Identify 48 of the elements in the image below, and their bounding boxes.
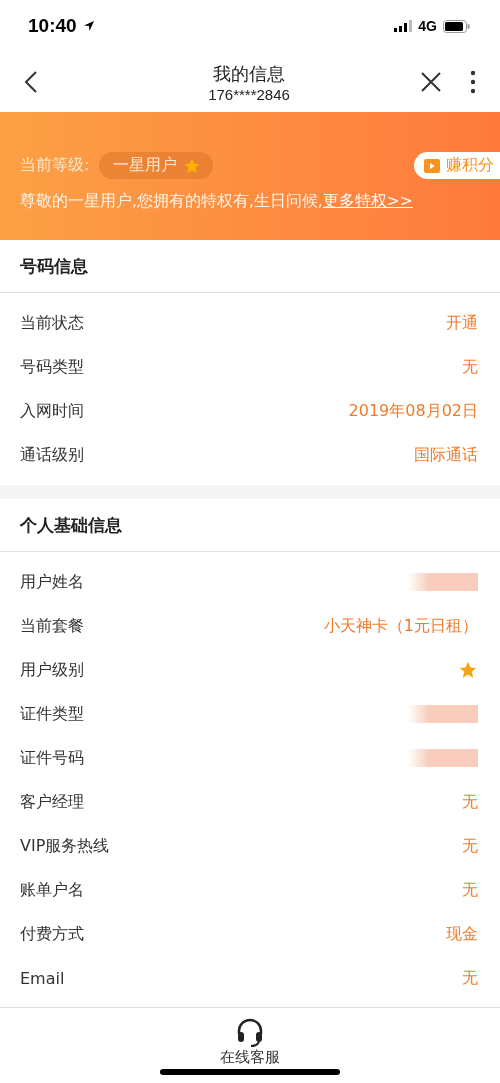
headset-icon: [236, 1018, 264, 1048]
play-icon: [424, 157, 440, 174]
location-arrow-icon: [82, 20, 95, 32]
field-label: 当前套餐: [20, 615, 84, 637]
field-value: 无: [462, 967, 478, 989]
earn-points-button[interactable]: 赚积分: [414, 152, 500, 179]
field-label: 用户姓名: [20, 571, 84, 593]
field-label: 当前状态: [20, 312, 84, 334]
blurred-value: [408, 749, 478, 767]
more-privileges-link[interactable]: 更多特权>>: [322, 192, 413, 210]
field-label: 通话级别: [20, 444, 84, 466]
level-name: 一星用户: [113, 155, 178, 176]
field-value: 开通: [446, 312, 478, 334]
privilege-message: 尊敬的一星用户,您拥有的特权有,生日问候,更多特权>>: [20, 191, 414, 212]
blurred-value: [408, 705, 478, 723]
blurred-value: [408, 573, 478, 591]
field-value: 无: [462, 835, 478, 857]
field-value: 2019年08月02日: [348, 400, 478, 422]
back-chevron-icon: [24, 70, 38, 94]
field-label: 用户级别: [20, 659, 84, 681]
field-label: 账单户名: [20, 879, 84, 901]
field-label: 证件号码: [20, 747, 84, 769]
section-title: 号码信息: [20, 254, 88, 278]
field-label: 客户经理: [20, 791, 84, 813]
field-label: 入网时间: [20, 400, 84, 422]
status-time: 10:40: [28, 15, 77, 37]
field-value: 国际通话: [414, 444, 478, 466]
close-icon: [420, 71, 442, 93]
field-label: 号码类型: [20, 356, 84, 378]
page-title: 我的信息: [213, 61, 285, 86]
field-label: Email: [20, 968, 65, 988]
star-icon: [458, 660, 478, 680]
field-value: 现金: [446, 923, 478, 945]
field-value: 无: [462, 356, 478, 378]
battery-icon: [443, 19, 470, 33]
field-label: 付费方式: [20, 923, 84, 945]
field-label: 证件类型: [20, 703, 84, 725]
field-value: 无: [462, 791, 478, 813]
network-label: 4G: [418, 18, 437, 34]
section-title: 个人基础信息: [20, 513, 122, 537]
signal-icon: [394, 20, 413, 32]
phone-number: 176****2846: [208, 85, 290, 103]
more-dots-icon: [470, 70, 476, 94]
level-label: 当前等级:: [20, 155, 90, 176]
field-value: 无: [462, 879, 478, 901]
field-value: 小天神卡（1元日租）: [323, 615, 478, 637]
field-label: VIP服务热线: [20, 835, 110, 857]
online-service-button[interactable]: 在线客服: [220, 1018, 280, 1067]
